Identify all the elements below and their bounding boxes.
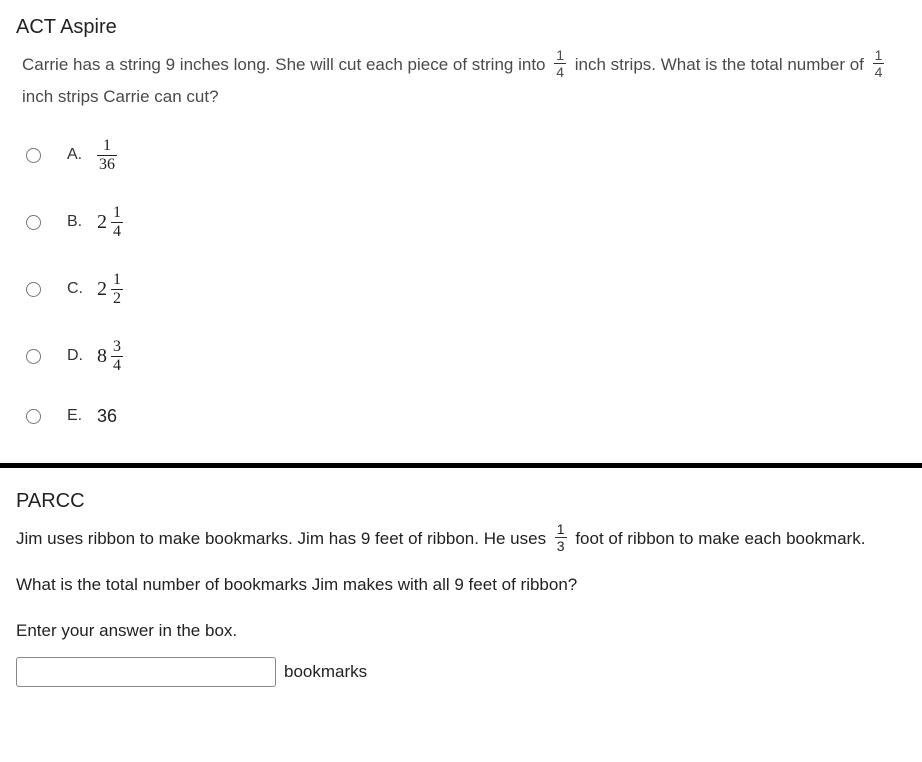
frac-numerator: 1	[555, 522, 567, 538]
answer-letter: B.	[67, 213, 97, 231]
q1-text-3: inch strips Carrie can cut?	[22, 87, 219, 106]
q2-text-2: foot of ribbon to make each bookmark.	[575, 529, 865, 548]
whole-number: 2	[97, 211, 107, 234]
answer-input[interactable]	[16, 657, 276, 687]
q2-question-text: Jim uses ribbon to make bookmarks. Jim h…	[16, 523, 906, 555]
section-divider	[0, 463, 922, 468]
answer-input-row: bookmarks	[16, 657, 906, 687]
frac-denominator: 36	[97, 156, 117, 173]
answer-row-c: C. 2 1 2	[26, 272, 906, 307]
answer-letter: C.	[67, 280, 97, 298]
q2-title: PARCC	[16, 490, 906, 513]
fraction-1-4: 1 4	[873, 48, 885, 79]
q2-line2: What is the total number of bookmarks Ji…	[16, 569, 906, 601]
answer-value-b: 2 1 4	[97, 205, 123, 240]
answer-value-a: 1 36	[97, 138, 117, 173]
frac-numerator: 1	[111, 205, 123, 223]
q2-line3: Enter your answer in the box.	[16, 615, 906, 647]
answer-value-c: 2 1 2	[97, 272, 123, 307]
frac-denominator: 4	[554, 64, 566, 79]
question-1-section: ACT Aspire Carrie has a string 9 inches …	[12, 12, 910, 459]
q2-text-1: Jim uses ribbon to make bookmarks. Jim h…	[16, 529, 551, 548]
frac-denominator: 2	[111, 290, 123, 307]
q1-text-2: inch strips. What is the total number of	[575, 55, 869, 74]
frac-denominator: 3	[555, 538, 567, 553]
answer-unit: bookmarks	[284, 662, 367, 682]
fraction-1-3: 1 3	[555, 522, 567, 553]
answer-value-d: 8 3 4	[97, 339, 123, 374]
fraction-1-4: 1 4	[554, 48, 566, 79]
answer-letter: D.	[67, 347, 97, 365]
radio-option-e[interactable]	[26, 409, 41, 424]
frac-numerator: 3	[111, 339, 123, 357]
frac-denominator: 4	[111, 357, 123, 374]
answer-row-d: D. 8 3 4	[26, 339, 906, 374]
frac-denominator: 4	[111, 223, 123, 240]
fraction-1-2: 1 2	[111, 272, 123, 307]
frac-numerator: 1	[873, 48, 885, 64]
question-2-section: PARCC Jim uses ribbon to make bookmarks.…	[12, 486, 910, 708]
whole-number: 2	[97, 278, 107, 301]
frac-numerator: 1	[97, 138, 117, 156]
whole-number: 8	[97, 345, 107, 368]
fraction-1-36: 1 36	[97, 138, 117, 173]
radio-option-b[interactable]	[26, 215, 41, 230]
frac-denominator: 4	[873, 64, 885, 79]
answer-row-b: B. 2 1 4	[26, 205, 906, 240]
answer-value-e: 36	[97, 406, 117, 427]
radio-option-a[interactable]	[26, 148, 41, 163]
answer-row-e: E. 36	[26, 406, 906, 427]
q1-question-text: Carrie has a string 9 inches long. She w…	[22, 49, 906, 114]
fraction-3-4: 3 4	[111, 339, 123, 374]
frac-numerator: 1	[111, 272, 123, 290]
answer-row-a: A. 1 36	[26, 138, 906, 173]
radio-option-d[interactable]	[26, 349, 41, 364]
frac-numerator: 1	[554, 48, 566, 64]
answer-letter: E.	[67, 407, 97, 425]
q1-text-1: Carrie has a string 9 inches long. She w…	[22, 55, 550, 74]
q1-answers-list: A. 1 36 B. 2 1 4 C.	[26, 138, 906, 427]
answer-letter: A.	[67, 146, 97, 164]
radio-option-c[interactable]	[26, 282, 41, 297]
q1-title: ACT Aspire	[16, 16, 906, 39]
fraction-1-4: 1 4	[111, 205, 123, 240]
